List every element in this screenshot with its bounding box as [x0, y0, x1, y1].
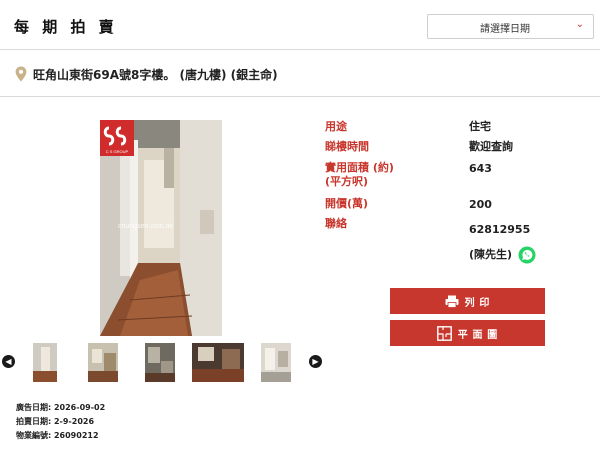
- whatsapp-icon[interactable]: [518, 246, 536, 264]
- gallery-thumbnail-3[interactable]: [145, 343, 175, 382]
- detail-label-viewing-time: 睇樓時間: [325, 140, 369, 153]
- detail-label-area-unit: (平方呎): [325, 175, 369, 188]
- gallery-thumbnail-5[interactable]: [261, 343, 291, 382]
- printer-icon: [445, 295, 459, 308]
- detail-value-area: 643: [469, 162, 492, 175]
- location-pin-icon: [15, 66, 27, 82]
- detail-label-area: 實用面積 (約): [325, 161, 394, 174]
- address-row: 旺角山東街69A號8字樓。 (唐九樓) (銀主命): [0, 50, 600, 97]
- property-address: 旺角山東街69A號8字樓。 (唐九樓) (銀主命): [33, 68, 278, 82]
- chevron-down-icon: ⌄: [575, 19, 584, 30]
- floor-plan-icon: [436, 325, 452, 341]
- arrow-right-icon[interactable]: ▶: [309, 355, 322, 368]
- date-select-dropdown[interactable]: 請選擇日期 ⌄: [427, 14, 594, 39]
- print-button[interactable]: 列 印: [390, 288, 545, 314]
- detail-value-usage: 住宅: [469, 120, 491, 133]
- page-header: 每 期 拍 賣 請選擇日期 ⌄: [0, 0, 600, 50]
- gallery-thumbnail-2[interactable]: [88, 343, 118, 382]
- detail-label-usage: 用途: [325, 120, 347, 133]
- auction-date: 拍賣日期: 2-9-2026: [16, 417, 95, 426]
- date-select-value: 請選擇日期: [480, 24, 530, 35]
- arrow-left-icon[interactable]: ◀: [2, 355, 15, 368]
- detail-value-price: 200: [469, 198, 492, 211]
- logo-text: C S GROUP: [106, 149, 129, 154]
- print-button-label: 列 印: [464, 297, 491, 309]
- ad-date: 廣告日期: 2026-09-02: [16, 403, 106, 412]
- page-title: 每 期 拍 賣: [14, 18, 118, 36]
- detail-value-phone: 62812955: [469, 223, 531, 236]
- gallery-thumbnail-1[interactable]: [33, 343, 57, 382]
- detail-label-price: 開價(萬): [325, 197, 369, 210]
- floor-plan-button-label: 平 面 圖: [457, 329, 499, 341]
- watermark-text: chungsen.com.hk: [118, 223, 173, 230]
- gallery-thumbnail-4[interactable]: [192, 343, 244, 382]
- main-property-photo[interactable]: C S GROUP chungsen.com.hk: [100, 120, 222, 336]
- floor-plan-button[interactable]: 平 面 圖: [390, 320, 545, 346]
- detail-value-contact-name: (陳先生): [469, 248, 513, 261]
- detail-value-viewing-time: 歡迎查詢: [469, 140, 513, 153]
- listing-number: 物業編號: 26090212: [16, 431, 99, 440]
- detail-label-contact: 聯絡: [325, 217, 347, 230]
